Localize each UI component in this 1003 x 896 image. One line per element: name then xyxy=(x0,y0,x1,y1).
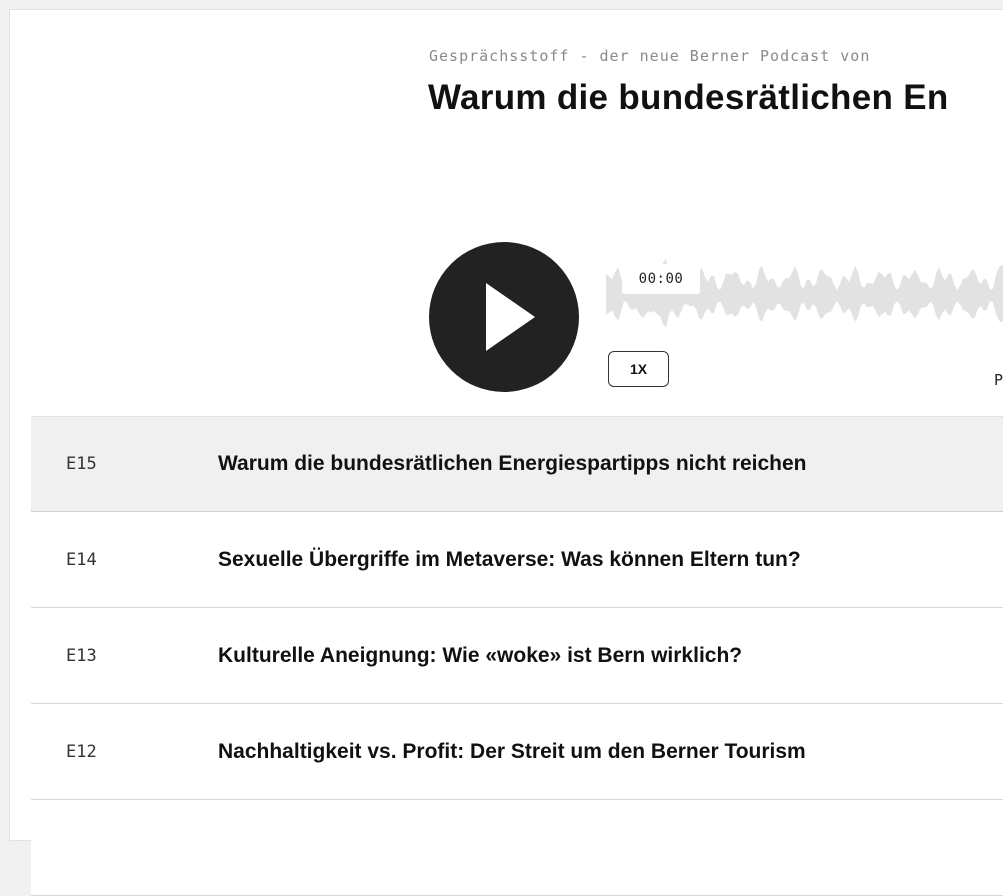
play-icon xyxy=(486,283,535,351)
episode-row[interactable]: E12 Nachhaltigkeit vs. Profit: Der Strei… xyxy=(31,704,1003,800)
podcast-subtitle: Gesprächsstoff - der neue Berner Podcast… xyxy=(429,47,871,65)
current-time: 00:00 xyxy=(622,264,700,294)
episode-number: E13 xyxy=(66,645,97,666)
episode-number: E12 xyxy=(66,741,97,762)
episode-row-title: Nachhaltigkeit vs. Profit: Der Streit um… xyxy=(218,739,806,763)
truncated-label: P xyxy=(994,371,1003,389)
episode-row-title: Sexuelle Übergriffe im Metaverse: Was kö… xyxy=(218,547,801,571)
episode-row-title: Kulturelle Aneignung: Wie «woke» ist Ber… xyxy=(218,643,743,667)
episode-number: E14 xyxy=(66,549,97,570)
episode-row-title: Warum die bundesrätlichen Energiespartip… xyxy=(218,452,807,475)
episode-row[interactable]: E14 Sexuelle Übergriffe im Metaverse: Wa… xyxy=(31,512,1003,608)
episode-list: E15 Warum die bundesrätlichen Energiespa… xyxy=(31,416,1003,896)
episode-row[interactable] xyxy=(31,800,1003,896)
episode-number: E15 xyxy=(66,454,97,474)
episode-title: Warum die bundesrätlichen En xyxy=(428,78,949,117)
play-button[interactable] xyxy=(429,242,579,392)
playback-speed-button[interactable]: 1X xyxy=(608,351,669,387)
episode-row[interactable]: E15 Warum die bundesrätlichen Energiespa… xyxy=(31,416,1003,512)
episode-row[interactable]: E13 Kulturelle Aneignung: Wie «woke» ist… xyxy=(31,608,1003,704)
